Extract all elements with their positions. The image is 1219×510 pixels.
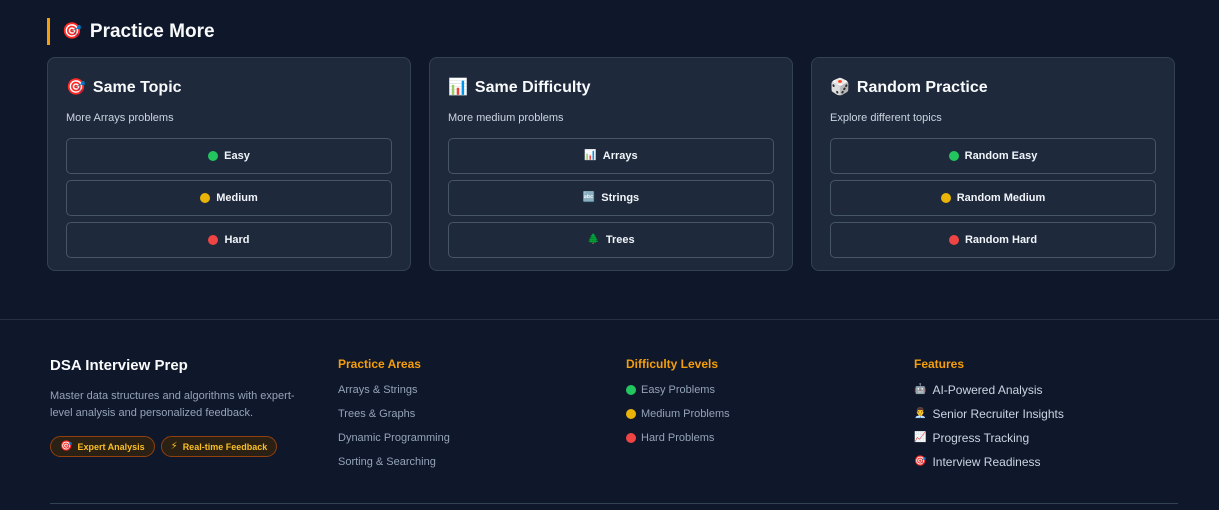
- robot-icon: 🤖: [914, 383, 927, 395]
- button-list: Random Easy Random Medium Random Hard: [830, 138, 1156, 258]
- feature-item: 🎯 Interview Readiness: [914, 454, 1064, 469]
- feature-item: 👨‍💼 Senior Recruiter Insights: [914, 406, 1064, 421]
- feature-label: Progress Tracking: [932, 430, 1030, 445]
- badge-label: Expert Analysis: [77, 441, 145, 452]
- medium-button[interactable]: Medium: [66, 180, 392, 216]
- column-heading: Difficulty Levels: [626, 357, 719, 371]
- person-icon: 👨‍💼: [914, 407, 927, 419]
- tree-icon: 🌲: [587, 234, 600, 245]
- easy-button[interactable]: Easy: [66, 138, 392, 174]
- card-subtitle: Explore different topics: [830, 112, 942, 124]
- dart-icon: 🎯: [66, 79, 86, 96]
- button-label: Random Medium: [956, 192, 1046, 204]
- button-label: Random Hard: [964, 234, 1038, 246]
- card-same-topic: 🎯 Same Topic More Arrays problems Easy M…: [47, 57, 411, 271]
- random-hard-button[interactable]: Random Hard: [830, 222, 1156, 258]
- bar-chart-icon: 📊: [448, 79, 468, 96]
- card-subtitle: More medium problems: [448, 112, 564, 124]
- card-title: Same Topic: [92, 79, 182, 96]
- badge-row: 🎯 Expert Analysis ⚡ Real-time Feedback: [50, 436, 310, 457]
- feature-item: 📈 Progress Tracking: [914, 430, 1064, 445]
- card-header: 📊 Same Difficulty: [448, 78, 774, 98]
- footer-brand: DSA Interview Prep Master data structure…: [50, 357, 310, 457]
- hard-button[interactable]: Hard: [66, 222, 392, 258]
- section-header: 🎯 Practice More: [47, 18, 215, 45]
- card-random-practice: 🎲 Random Practice Explore different topi…: [811, 57, 1175, 271]
- feature-item: 🤖 AI-Powered Analysis: [914, 382, 1064, 397]
- footer-link[interactable]: Dynamic Programming: [338, 431, 450, 444]
- button-list: 📊 Arrays 🔤 Strings 🌲 Trees: [448, 138, 774, 258]
- dart-icon: 🎯: [62, 22, 82, 40]
- footer-link-easy[interactable]: Easy Problems: [626, 383, 730, 396]
- brand-description: Master data structures and algorithms wi…: [50, 390, 295, 419]
- green-circle-icon: [626, 384, 636, 395]
- yellow-circle-icon: [940, 193, 951, 203]
- dart-icon: 🎯: [60, 440, 73, 452]
- link-label: Hard Problems: [641, 431, 715, 444]
- column-heading: Practice Areas: [338, 357, 421, 371]
- abc-icon: 🔤: [582, 192, 596, 203]
- section-title: Practice More: [89, 20, 215, 42]
- realtime-feedback-badge: ⚡ Real-time Feedback: [160, 436, 278, 457]
- arrays-button[interactable]: 📊 Arrays: [448, 138, 774, 174]
- button-label: Strings: [601, 192, 640, 204]
- footer-link-hard[interactable]: Hard Problems: [626, 431, 730, 444]
- bar-chart-icon: 📊: [584, 150, 597, 161]
- button-label: Random Easy: [964, 150, 1038, 162]
- card-subtitle: More Arrays problems: [66, 112, 174, 124]
- yellow-circle-icon: [200, 193, 211, 203]
- button-label: Trees: [605, 234, 635, 246]
- expert-analysis-badge: 🎯 Expert Analysis: [50, 436, 155, 457]
- brand-title: DSA Interview Prep: [50, 357, 188, 374]
- button-label: Medium: [216, 192, 258, 204]
- card-title: Same Difficulty: [474, 79, 591, 96]
- card-header: 🎲 Random Practice: [830, 78, 1156, 98]
- button-label: Hard: [224, 234, 250, 246]
- footer-difficulty-levels: Difficulty Levels Easy Problems Medium P…: [626, 357, 730, 444]
- card-header: 🎯 Same Topic: [66, 78, 392, 98]
- random-easy-button[interactable]: Random Easy: [830, 138, 1156, 174]
- column-heading: Features: [914, 357, 965, 371]
- footer-link[interactable]: Sorting & Searching: [338, 455, 450, 468]
- footer-bottom-divider: [50, 503, 1178, 504]
- line-chart-icon: 📈: [914, 431, 927, 443]
- green-circle-icon: [948, 151, 959, 161]
- trees-button[interactable]: 🌲 Trees: [448, 222, 774, 258]
- badge-label: Real-time Feedback: [182, 441, 268, 452]
- feature-label: Interview Readiness: [932, 454, 1041, 469]
- lightning-icon: ⚡: [170, 440, 178, 452]
- feature-label: Senior Recruiter Insights: [932, 406, 1064, 421]
- footer-link[interactable]: Trees & Graphs: [338, 407, 450, 420]
- card-title: Random Practice: [856, 79, 988, 96]
- red-circle-icon: [208, 235, 219, 245]
- feature-label: AI-Powered Analysis: [932, 382, 1043, 397]
- button-list: Easy Medium Hard: [66, 138, 392, 258]
- link-label: Easy Problems: [641, 383, 715, 396]
- footer-link-medium[interactable]: Medium Problems: [626, 407, 730, 420]
- link-list: Arrays & Strings Trees & Graphs Dynamic …: [338, 383, 450, 468]
- green-circle-icon: [208, 151, 219, 161]
- yellow-circle-icon: [626, 408, 636, 419]
- random-medium-button[interactable]: Random Medium: [830, 180, 1156, 216]
- red-circle-icon: [948, 235, 959, 245]
- footer-practice-areas: Practice Areas Arrays & Strings Trees & …: [338, 357, 450, 468]
- dart-icon: 🎯: [914, 455, 927, 467]
- practice-cards: 🎯 Same Topic More Arrays problems Easy M…: [47, 57, 1175, 271]
- button-label: Arrays: [602, 150, 638, 162]
- link-label: Medium Problems: [641, 407, 730, 420]
- footer-divider: [0, 319, 1219, 320]
- card-same-difficulty: 📊 Same Difficulty More medium problems 📊…: [429, 57, 793, 271]
- feature-list: 🤖 AI-Powered Analysis 👨‍💼 Senior Recruit…: [914, 382, 1064, 469]
- footer-link[interactable]: Arrays & Strings: [338, 383, 450, 396]
- footer-features: Features 🤖 AI-Powered Analysis 👨‍💼 Senio…: [914, 357, 1064, 469]
- strings-button[interactable]: 🔤 Strings: [448, 180, 774, 216]
- red-circle-icon: [626, 432, 636, 443]
- dice-icon: 🎲: [830, 79, 850, 96]
- button-label: Easy: [224, 150, 250, 162]
- link-list: Easy Problems Medium Problems Hard Probl…: [626, 383, 730, 444]
